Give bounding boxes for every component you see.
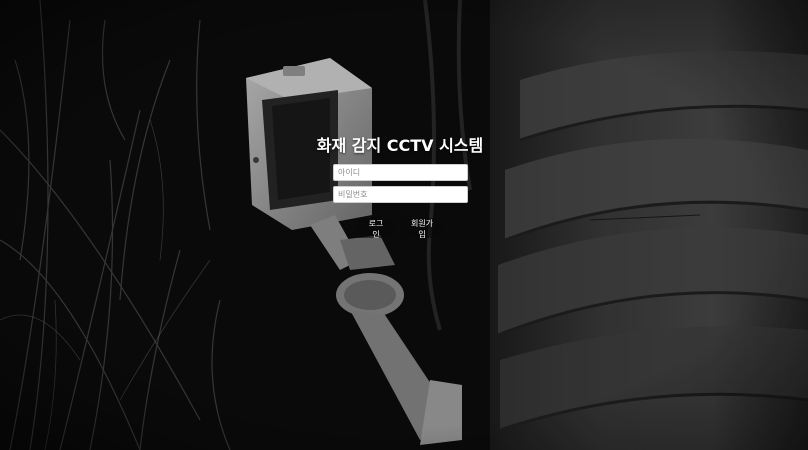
password-input[interactable] <box>333 186 468 203</box>
login-page: 화재 감지 CCTV 시스템 로그인 회원가입 <box>0 0 808 450</box>
login-button[interactable]: 로그인 <box>358 218 394 239</box>
login-form: 화재 감지 CCTV 시스템 로그인 회원가입 <box>300 130 500 240</box>
signup-button[interactable]: 회원가입 <box>401 218 443 239</box>
page-title: 화재 감지 CCTV 시스템 <box>316 136 484 155</box>
id-input[interactable] <box>333 164 468 181</box>
